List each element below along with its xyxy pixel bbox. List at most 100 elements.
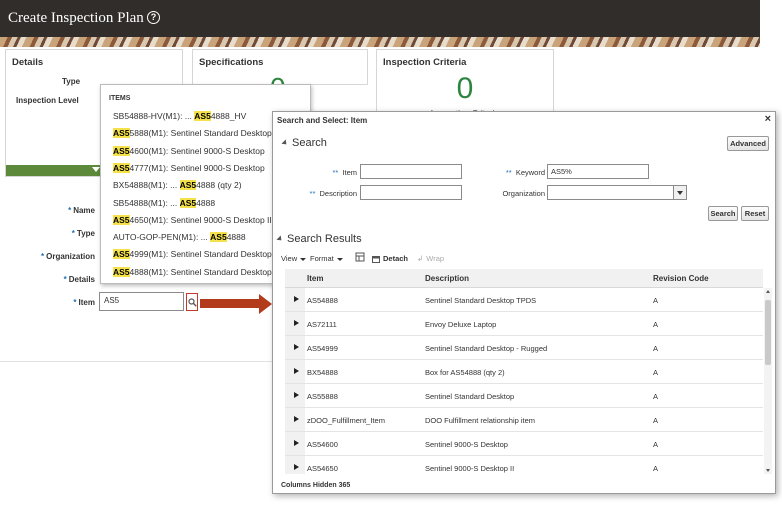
organization-select[interactable] xyxy=(547,185,674,200)
row-selector[interactable] xyxy=(285,288,305,311)
description-search-label-text: Description xyxy=(319,189,357,198)
help-icon[interactable]: ? xyxy=(147,11,160,24)
table-row[interactable]: zDOO_Fulfillment_Item DOO Fulfillment rel… xyxy=(285,408,763,432)
caret-down-icon xyxy=(336,257,343,261)
page-title: Create Inspection Plan xyxy=(8,10,144,26)
dropdown-item-match: AS5 xyxy=(113,128,130,139)
dropdown-item[interactable]: AS54600(M1): Sentinel 9000-S Desktop xyxy=(113,145,265,156)
item-search-label: ** Item xyxy=(293,168,357,177)
detach-button[interactable]: Detach xyxy=(372,254,408,264)
column-header-revision-code[interactable]: Revision Code xyxy=(653,274,709,283)
row-selector[interactable] xyxy=(285,336,305,359)
row-selector[interactable] xyxy=(285,312,305,335)
dropdown-item-match: AS5 xyxy=(179,180,197,191)
item-search-input[interactable] xyxy=(360,164,462,179)
format-menu[interactable]: Format xyxy=(310,254,343,263)
wrap-icon: ↲ xyxy=(417,254,424,263)
column-header-item[interactable]: Item xyxy=(307,274,323,283)
table-row[interactable]: BX54888 Box for AS54888 (qty 2) A xyxy=(285,360,763,384)
dropdown-item-suffix: 4888_HV xyxy=(210,111,247,121)
table-row[interactable]: AS54999 Sentinel Standard Desktop - Rugge… xyxy=(285,336,763,360)
table-row[interactable]: AS54650 Sentinel 9000-S Desktop II A xyxy=(285,456,763,474)
dropdown-item[interactable]: AS54650(M1): Sentinel 9000-S Desktop II xyxy=(113,214,272,225)
cell-revision-code: A xyxy=(653,368,659,377)
search-section-title: Search xyxy=(292,137,327,149)
search-button[interactable]: Search xyxy=(708,206,738,221)
required-marker: * xyxy=(73,298,77,307)
expand-row-icon[interactable] xyxy=(294,320,299,326)
dropdown-item-match: AS5 xyxy=(113,214,130,225)
dropdown-item-suffix: 4888 xyxy=(226,232,246,243)
row-selector[interactable] xyxy=(285,408,305,431)
collapse-icon xyxy=(281,139,289,147)
details-label: * Details xyxy=(40,275,95,284)
row-selector[interactable] xyxy=(285,432,305,455)
column-header-description[interactable]: Description xyxy=(425,274,469,283)
item-label-text: Item xyxy=(78,298,95,307)
expand-row-icon[interactable] xyxy=(294,392,299,398)
dropdown-item[interactable]: AS54777(M1): Sentinel 9000-S Desktop xyxy=(113,162,265,173)
description-search-input[interactable] xyxy=(360,185,462,200)
details-level-label: Inspection Level xyxy=(16,96,79,105)
dropdown-item[interactable]: AS55888(M1): Sentinel Standard Desktop xyxy=(113,128,272,139)
scroll-down-icon[interactable] xyxy=(766,469,770,472)
dropdown-item-match: AS5 xyxy=(113,162,130,173)
results-table: Item Description Revision Code AS54888 Se… xyxy=(285,269,763,474)
required-marker: ** xyxy=(309,189,316,198)
view-menu[interactable]: View xyxy=(281,254,307,263)
expand-row-icon[interactable] xyxy=(294,344,299,350)
organization-dropdown-button[interactable] xyxy=(673,185,687,200)
dropdown-item-suffix: 4999(M1): Sentinel Standard Desktop - xyxy=(129,249,277,260)
table-row[interactable]: AS55888 Sentinel Standard Desktop A xyxy=(285,384,763,408)
close-icon[interactable]: × xyxy=(765,113,771,125)
view-menu-label: View xyxy=(281,254,298,263)
search-icon xyxy=(188,298,197,307)
expand-row-icon[interactable] xyxy=(294,368,299,374)
item-search-label-text: Item xyxy=(342,168,357,177)
row-selector[interactable] xyxy=(285,384,305,407)
row-selector[interactable] xyxy=(285,360,305,383)
dropdown-item[interactable]: AS54999(M1): Sentinel Standard Desktop - xyxy=(113,249,277,260)
dropdown-item[interactable]: SB54888(M1): ... AS54888 xyxy=(113,197,215,208)
advanced-button[interactable]: Advanced xyxy=(727,136,769,151)
dropdown-item-prefix: AUTO-GOP-PEN(M1): ... xyxy=(113,232,211,243)
dropdown-item-match: AS5 xyxy=(179,197,197,208)
results-section-header[interactable]: Search Results xyxy=(276,233,362,245)
expand-row-icon[interactable] xyxy=(294,440,299,446)
page: Create Inspection Plan ? Details Type In… xyxy=(0,0,782,508)
wrap-label: Wrap xyxy=(426,254,445,263)
cell-revision-code: A xyxy=(653,344,659,353)
dropdown-item[interactable]: BX54888(M1): ... AS54888 (qty 2) xyxy=(113,180,242,191)
expand-row-icon[interactable] xyxy=(294,464,299,470)
table-row[interactable]: AS54600 Sentinel 9000-S Desktop A xyxy=(285,432,763,456)
expand-row-icon[interactable] xyxy=(294,416,299,422)
chevron-down-icon[interactable] xyxy=(92,167,100,172)
cell-description: Sentinel Standard Desktop - Rugged xyxy=(425,344,548,353)
cell-description: Sentinel 9000-S Desktop xyxy=(425,440,508,449)
table-row[interactable]: AS72111 Envoy Deluxe Laptop A xyxy=(285,312,763,336)
reset-button[interactable]: Reset xyxy=(741,206,769,221)
dropdown-item[interactable]: AUTO-GOP-PEN(M1): ... AS54888 xyxy=(113,232,246,243)
freeze-icon[interactable] xyxy=(355,252,365,264)
results-scrollbar[interactable] xyxy=(764,288,772,474)
scroll-up-icon[interactable] xyxy=(766,290,770,293)
dropdown-item[interactable]: AS54888(M1): Sentinel Standard Desktop T xyxy=(113,266,279,277)
search-section-header[interactable]: Search xyxy=(281,137,327,149)
expand-row-icon[interactable] xyxy=(294,296,299,302)
cell-item: zDOO_Fulfillment_Item xyxy=(307,416,385,425)
organization-label: * Organization xyxy=(20,252,95,261)
dropdown-item[interactable]: SB54888-HV(M1): ... AS54888_HV xyxy=(113,111,246,121)
freeze-columns-icon xyxy=(355,252,365,262)
cell-description: Sentinel Standard Desktop xyxy=(425,392,515,401)
dropdown-item-suffix: 4888 (qty 2) xyxy=(196,180,242,191)
item-lookup-button[interactable] xyxy=(186,293,198,311)
item-input[interactable]: AS5 xyxy=(99,292,184,311)
scrollbar-thumb[interactable] xyxy=(765,300,771,365)
criteria-count: 0 xyxy=(456,72,474,105)
row-selector[interactable] xyxy=(285,456,305,474)
item-label: * Item xyxy=(40,298,95,307)
keyword-input[interactable]: AS5% xyxy=(547,164,649,179)
table-row[interactable]: AS54888 Sentinel Standard Desktop TPDS A xyxy=(285,288,763,312)
type-label: * Type xyxy=(40,229,95,238)
dropdown-item-prefix: SB54888(M1): ... xyxy=(113,197,180,208)
